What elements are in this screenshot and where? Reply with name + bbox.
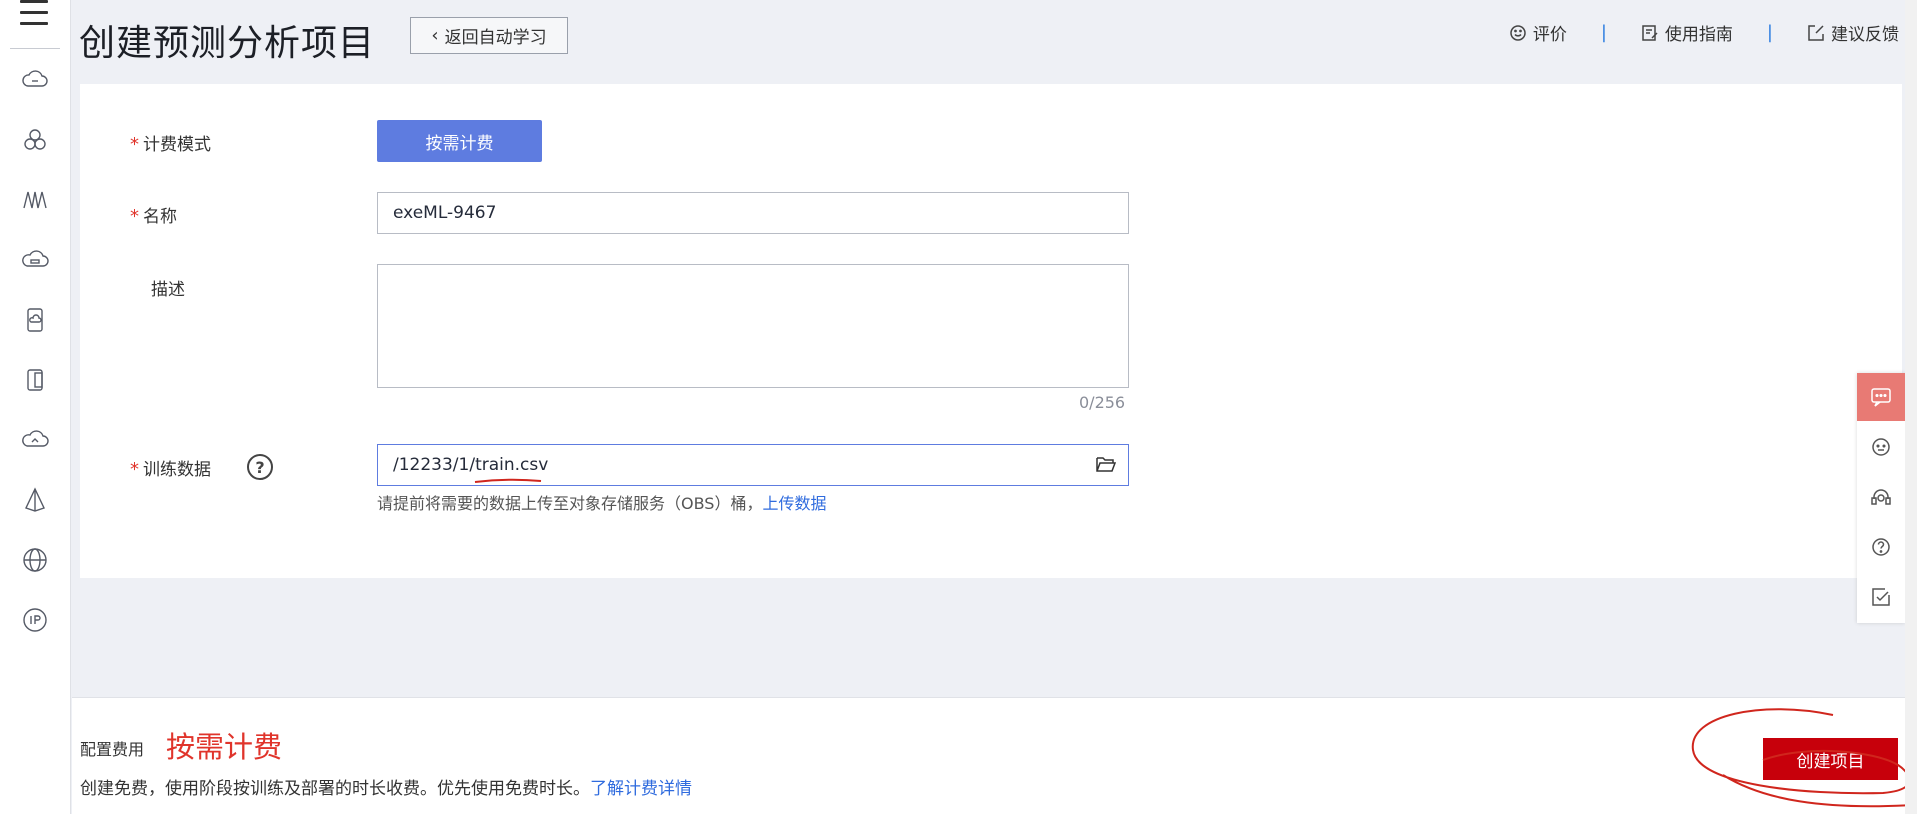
training-data-label: * 训练数据 [130,455,211,480]
waveform-icon[interactable] [20,185,50,215]
menu-icon[interactable] [20,0,48,28]
page-scrollbar[interactable] [1905,0,1917,814]
name-label-text: 名称 [143,207,177,227]
question-icon[interactable] [1857,523,1905,571]
guide-link-label: 使用指南 [1664,25,1733,45]
create-project-button[interactable]: 创建项目 [1763,738,1898,780]
mobile-cloud-icon[interactable] [20,305,50,335]
fee-description-text: 创建免费，使用阶段按训练及部署的时长收费。优先使用免费时长。 [80,779,590,799]
chat-icon[interactable] [1857,373,1905,421]
ip-icon[interactable] [20,605,50,635]
form-card: * 计费模式 按需计费 * 名称 exeML-9467 描述 0/256 * 训练数据… [80,84,1902,578]
fee-value: 按需计费 [166,730,283,764]
required-mark: * [130,459,139,480]
top-links: 评价 | 使用指南 | 建议反馈 [1509,20,1899,45]
top-link-separator: | [1600,22,1607,43]
cloud-sync-icon[interactable] [20,425,50,455]
description-char-counter: 0/256 [1079,393,1126,412]
rate-link-label: 评价 [1532,25,1567,45]
headset-icon[interactable] [1857,473,1905,521]
side-nav-rail [0,0,71,814]
smile-icon [1510,24,1526,41]
folder-open-icon[interactable] [1096,455,1116,473]
description-label: 描述 [151,280,185,300]
name-input[interactable]: exeML-9467 [377,192,1129,234]
guide-link[interactable]: 使用指南 [1641,20,1733,45]
edit-note-icon[interactable] [1857,573,1905,621]
device-icon[interactable] [20,365,50,395]
cluster-icon[interactable] [20,125,50,155]
training-data-hint-text: 请提前将需要的数据上传至对象存储服务（OBS）桶， [377,494,763,513]
billing-mode-button[interactable]: 按需计费 [377,120,542,162]
pyramid-icon[interactable] [20,485,50,515]
help-icon[interactable]: ? [247,454,273,480]
name-label: * 名称 [130,202,177,227]
feedback-link-label: 建议反馈 [1831,25,1899,45]
feedback-icon [1808,24,1824,41]
billing-mode-label: * 计费模式 [130,130,211,155]
feedback-link[interactable]: 建议反馈 [1807,20,1899,45]
training-data-hint: 请提前将需要的数据上传至对象存储服务（OBS）桶，上传数据 [377,490,826,514]
robot-icon[interactable] [1857,423,1905,471]
upload-data-link[interactable]: 上传数据 [762,494,826,513]
path-underline-annotation [474,478,542,483]
chevron-left-icon: ‹ [431,25,439,46]
cloud-storage-icon[interactable] [20,245,50,275]
back-button-label: 返回自动学习 [444,28,547,48]
back-to-automl-button[interactable]: ‹ 返回自动学习 [410,17,568,54]
required-mark: * [130,134,139,155]
page-title: 创建预测分析项目 [79,23,376,64]
fee-description: 创建免费，使用阶段按训练及部署的时长收费。优先使用免费时长。了解计费详情 [80,774,692,799]
billing-details-link[interactable]: 了解计费详情 [590,779,692,799]
top-link-separator: | [1766,22,1773,43]
billing-mode-label-text: 计费模式 [143,135,211,155]
rail-divider [10,48,60,49]
rate-link[interactable]: 评价 [1509,20,1567,45]
training-data-label-text: 训练数据 [143,460,211,480]
guide-icon [1642,24,1658,41]
floating-toolbar [1857,373,1905,623]
globe-icon[interactable] [20,545,50,575]
fee-label: 配置费用 [80,740,145,759]
description-textarea[interactable] [377,264,1129,388]
training-data-path-value: /12233/1/train.csv [393,455,549,475]
required-mark: * [130,206,139,227]
cloud-icon[interactable] [20,65,50,95]
footer-bar: 配置费用 按需计费 创建免费，使用阶段按训练及部署的时长收费。优先使用免费时长。… [72,697,1917,814]
